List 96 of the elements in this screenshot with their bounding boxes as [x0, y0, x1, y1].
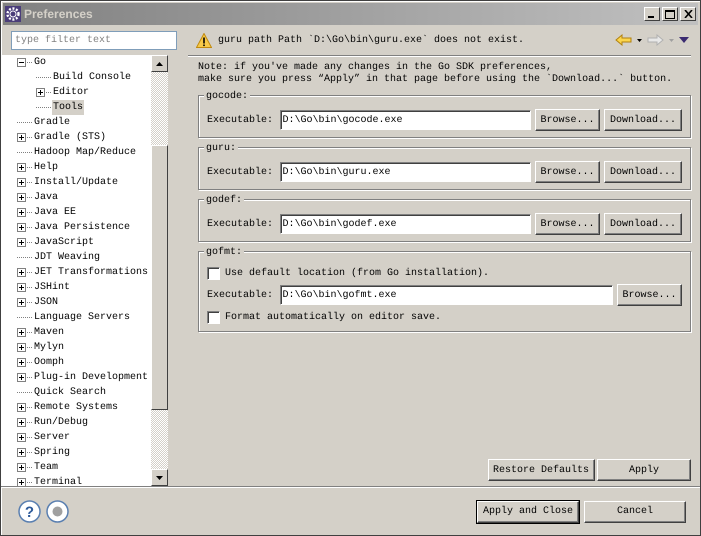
- field-label: Executable:: [207, 288, 274, 302]
- tree-item[interactable]: Plug-in Development: [33, 370, 150, 385]
- tree-item[interactable]: JSHint: [33, 280, 72, 295]
- expand-icon[interactable]: [17, 193, 26, 202]
- tree-item[interactable]: JSON: [33, 295, 60, 310]
- tree-item[interactable]: Help: [33, 160, 60, 175]
- warning-icon: [196, 32, 212, 48]
- tree-item[interactable]: Language Servers: [33, 310, 132, 325]
- tree-item[interactable]: JavaScript: [33, 235, 96, 250]
- tree-item[interactable]: Server: [33, 430, 72, 445]
- tree-item[interactable]: Quick Search: [33, 385, 108, 400]
- download-button[interactable]: Download...: [604, 161, 682, 183]
- expand-icon[interactable]: [17, 433, 26, 442]
- expand-icon[interactable]: [17, 463, 26, 472]
- browse-button[interactable]: Browse...: [535, 109, 600, 131]
- error-message: guru path Path `D:\Go\bin\guru.exe` does not exist.: [218, 34, 524, 48]
- expand-icon[interactable]: [17, 418, 26, 427]
- expand-icon[interactable]: [17, 448, 26, 457]
- tree-item[interactable]: Go: [33, 55, 48, 70]
- note-text: make sure you press “Apply” in that page before using the `Download...` button.: [198, 74, 674, 86]
- apply-button[interactable]: Apply: [597, 459, 691, 481]
- maximize-button[interactable]: [662, 7, 678, 21]
- tree-item[interactable]: Run/Debug: [33, 415, 90, 430]
- expand-icon[interactable]: [17, 238, 26, 247]
- filter-field[interactable]: type filter text: [11, 31, 177, 50]
- scrollbar-thumb[interactable]: [151, 145, 168, 410]
- record-icon[interactable]: [46, 500, 69, 523]
- tree-item[interactable]: JET Transformations: [33, 265, 150, 280]
- expand-icon[interactable]: [36, 88, 45, 97]
- tree-item[interactable]: Build Console: [52, 70, 132, 85]
- checkbox[interactable]: [207, 311, 220, 324]
- expand-icon[interactable]: [17, 208, 26, 217]
- minimize-button[interactable]: [644, 7, 660, 21]
- executable-field[interactable]: D:\Go\bin\godef.exe: [280, 214, 531, 234]
- expand-icon[interactable]: [17, 403, 26, 412]
- expand-icon[interactable]: [17, 298, 26, 307]
- apply-and-close-button[interactable]: Apply and Close: [477, 500, 579, 522]
- field-label: Executable:: [207, 218, 274, 232]
- tree-item[interactable]: Tools: [52, 100, 84, 115]
- caret-icon[interactable]: [636, 38, 642, 42]
- view-menu-icon[interactable]: [678, 37, 688, 43]
- download-button[interactable]: Download...: [604, 109, 682, 131]
- tree-item[interactable]: JDT Weaving: [33, 250, 102, 265]
- tree-item[interactable]: Hadoop Map/Reduce: [33, 145, 138, 160]
- expand-icon[interactable]: [17, 268, 26, 277]
- tree-item[interactable]: Java EE: [33, 205, 78, 220]
- executable-field[interactable]: D:\Go\bin\guru.exe: [280, 162, 531, 182]
- download-button[interactable]: Download...: [604, 213, 682, 235]
- field-label: Executable:: [207, 114, 274, 128]
- tree-item[interactable]: Team: [33, 460, 60, 475]
- tree-item[interactable]: Spring: [33, 445, 72, 460]
- up-arrow-icon: [156, 62, 163, 66]
- tree-item[interactable]: Gradle (STS): [33, 130, 108, 145]
- gear-icon: [5, 6, 21, 22]
- scrollbar[interactable]: [151, 55, 168, 486]
- collapse-icon[interactable]: [17, 58, 26, 67]
- tree-item[interactable]: Terminal: [33, 475, 84, 486]
- tree-item[interactable]: Install/Update: [33, 175, 120, 190]
- tree-item[interactable]: Oomph: [33, 355, 66, 370]
- maximize-icon: [665, 10, 675, 18]
- expand-icon[interactable]: [17, 223, 26, 232]
- scroll-down-button[interactable]: [151, 469, 168, 486]
- expand-icon[interactable]: [17, 133, 26, 142]
- checkbox[interactable]: [207, 267, 220, 280]
- expand-icon[interactable]: [17, 478, 26, 486]
- tree-item[interactable]: Java Persistence: [33, 220, 132, 235]
- checkbox-label: Use default location (from Go installation).: [225, 266, 490, 281]
- expand-icon[interactable]: [17, 163, 26, 172]
- tree-item[interactable]: Maven: [33, 325, 66, 340]
- note-text: Note: if you've made any changes in the Go SDK preferences,: [198, 62, 554, 74]
- expand-icon[interactable]: [17, 373, 26, 382]
- checkbox-label: Format automatically on editor save.: [225, 310, 442, 325]
- expand-icon[interactable]: [17, 343, 26, 352]
- executable-field[interactable]: D:\Go\bin\gocode.exe: [280, 110, 531, 130]
- expand-icon[interactable]: [17, 178, 26, 187]
- scroll-up-button[interactable]: [151, 55, 168, 72]
- tree-item[interactable]: Editor: [52, 85, 90, 100]
- field-label: Executable:: [207, 166, 274, 180]
- tree-item[interactable]: Gradle: [33, 115, 72, 130]
- tree-item[interactable]: Remote Systems: [33, 400, 120, 415]
- browse-button[interactable]: Browse...: [535, 161, 600, 183]
- browse-button[interactable]: Browse...: [617, 284, 682, 306]
- help-icon[interactable]: ?: [18, 500, 41, 523]
- restore-defaults-button[interactable]: Restore Defaults: [488, 459, 594, 481]
- browse-button[interactable]: Browse...: [535, 213, 600, 235]
- executable-field[interactable]: D:\Go\bin\gofmt.exe: [280, 285, 613, 305]
- cancel-button[interactable]: Cancel: [584, 500, 686, 522]
- window-title: Preferences: [24, 6, 93, 23]
- expand-icon[interactable]: [17, 358, 26, 367]
- close-button[interactable]: [680, 7, 696, 21]
- down-arrow-icon: [156, 476, 163, 480]
- expand-icon[interactable]: [17, 283, 26, 292]
- close-icon: [684, 10, 692, 18]
- expand-icon[interactable]: [17, 328, 26, 337]
- tree-item[interactable]: Mylyn: [33, 340, 66, 355]
- tree-item[interactable]: Java: [33, 190, 60, 205]
